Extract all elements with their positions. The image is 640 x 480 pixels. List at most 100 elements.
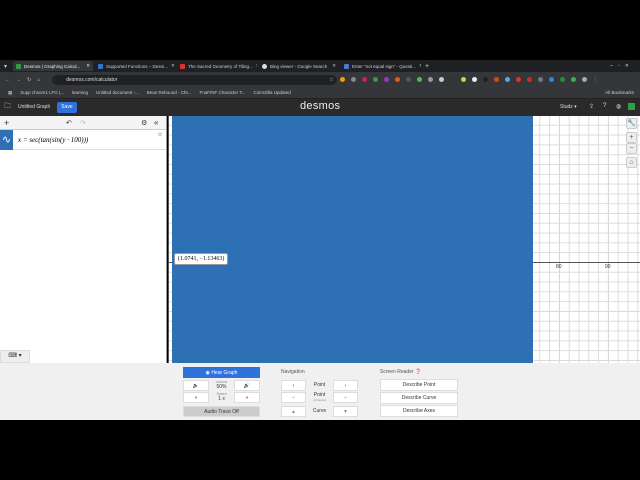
save-button[interactable]: Save bbox=[57, 102, 77, 113]
extension-icon[interactable] bbox=[559, 77, 565, 82]
speed-up-button[interactable]: » bbox=[234, 392, 260, 403]
collapse-panel-icon[interactable]: « bbox=[154, 118, 158, 127]
home-zoom-button[interactable]: ⌂ bbox=[626, 157, 637, 168]
undo-icon[interactable]: ↶ bbox=[66, 119, 72, 127]
extension-icon[interactable] bbox=[405, 77, 411, 82]
extension-icon[interactable] bbox=[449, 77, 455, 82]
zoom-in-button[interactable]: + bbox=[626, 132, 637, 143]
language-icon[interactable]: ◍ bbox=[616, 103, 621, 110]
redo-icon[interactable]: ↷ bbox=[80, 119, 86, 127]
extension-icon[interactable] bbox=[350, 77, 356, 82]
share-icon[interactable]: ⇪ bbox=[589, 103, 594, 110]
speed-readout: Speed 1 x bbox=[209, 392, 234, 402]
previous-point-button[interactable]: ‹ bbox=[281, 380, 306, 391]
point-tooltip: (1.0741, −1.13463) bbox=[174, 253, 229, 265]
tab-title: Desmos | Graphing Calcul... bbox=[24, 63, 81, 69]
desmos-header: 🗀 Untitled Graph Save desmos Studz ▾ ⇪ ?… bbox=[0, 99, 640, 116]
info-icon[interactable]: ❓ bbox=[415, 369, 421, 375]
describe-point-button[interactable]: Describe Point bbox=[380, 379, 458, 391]
keyboard-toggle-button[interactable]: ⌨ ▾ bbox=[0, 350, 30, 363]
extension-icon[interactable] bbox=[548, 77, 554, 82]
extension-icon[interactable] bbox=[383, 77, 389, 82]
extension-icon[interactable] bbox=[537, 77, 543, 82]
extension-icon[interactable] bbox=[493, 77, 499, 82]
all-bookmarks[interactable]: All Bookmarks bbox=[605, 90, 634, 95]
forward-icon[interactable]: → bbox=[16, 77, 21, 83]
speed-down-button[interactable]: « bbox=[183, 392, 209, 403]
extension-icon[interactable] bbox=[515, 77, 521, 82]
extension-icon[interactable] bbox=[339, 77, 345, 82]
close-icon[interactable]: ✕ bbox=[86, 63, 90, 69]
address-bar-row: ← → ↻ ⌂ desmos.com/calculator ☆ ⋮ bbox=[0, 72, 640, 87]
settings-icon[interactable]: ⚙ bbox=[141, 119, 147, 127]
extension-icon[interactable] bbox=[504, 77, 510, 82]
apps-icon[interactable]: ▦ bbox=[8, 90, 12, 96]
tab-sacred-geometry[interactable]: The Sacred Geometry of Tiling...✕ bbox=[177, 61, 257, 71]
graph-title[interactable]: Untitled Graph bbox=[18, 104, 50, 110]
tab-search-icon[interactable]: ▾ bbox=[4, 63, 7, 70]
graph-canvas[interactable]: 80 90 (1.0741, −1.13463) 🔧 + − ⌂ bbox=[168, 116, 640, 363]
tab-desmos[interactable]: Desmos | Graphing Calcul... ✕ bbox=[13, 61, 94, 71]
extension-icon[interactable] bbox=[361, 77, 367, 82]
extension-icon[interactable] bbox=[438, 77, 444, 82]
next-curve-button[interactable]: ▼ bbox=[333, 406, 358, 417]
favicon-icon bbox=[180, 63, 186, 69]
close-icon[interactable]: ✕ bbox=[171, 63, 175, 69]
extension-icon[interactable] bbox=[570, 77, 576, 82]
bookmark-star-icon[interactable]: ☆ bbox=[329, 77, 333, 83]
describe-axes-button[interactable]: Describe Axes bbox=[380, 405, 458, 417]
close-icon[interactable]: ✕ bbox=[256, 63, 257, 69]
new-tab-icon[interactable]: + bbox=[425, 63, 429, 70]
close-icon[interactable]: ✕ bbox=[332, 63, 336, 69]
user-menu[interactable]: Studz ▾ bbox=[560, 104, 577, 110]
menu-icon[interactable]: ⋮ bbox=[593, 77, 598, 83]
bookmark-item[interactable]: ColorZilla Updated bbox=[253, 90, 290, 95]
graph-curve-icon[interactable]: ∿ bbox=[0, 130, 13, 150]
extension-icon[interactable] bbox=[372, 77, 378, 82]
extension-icon[interactable] bbox=[416, 77, 422, 82]
expression-panel: + ↶ ↷ ⚙ « ∿ x = sec(tan(sin(y · 100))) ✕… bbox=[0, 116, 167, 363]
next-point-button[interactable]: › bbox=[333, 380, 358, 391]
folder-icon[interactable]: 🗀 bbox=[4, 102, 11, 113]
tab-supported-functions[interactable]: Supported Functions – Desm... ✕ bbox=[95, 61, 175, 71]
extension-icon[interactable] bbox=[427, 77, 433, 82]
audio-trace-button[interactable]: Audio Trace Off bbox=[183, 406, 260, 417]
window-controls[interactable]: –▫✕ bbox=[610, 63, 634, 69]
extension-icon[interactable] bbox=[460, 77, 466, 82]
extension-icon[interactable] bbox=[471, 77, 477, 82]
volume-down-button[interactable]: 🔈 bbox=[183, 380, 209, 391]
help-icon[interactable]: ? bbox=[603, 103, 606, 109]
hear-graph-button[interactable]: ◉ Hear Graph bbox=[183, 367, 260, 378]
home-icon[interactable]: ⌂ bbox=[37, 77, 40, 83]
expression-input[interactable]: x = sec(tan(sin(y · 100))) bbox=[18, 136, 88, 144]
bookmark-item[interactable]: Supp chsom1 LFG |... bbox=[20, 90, 64, 95]
describe-curve-button[interactable]: Describe Curve bbox=[380, 392, 458, 404]
tab-bing-viewer[interactable]: Bing viewer - Google Search ✕ bbox=[259, 61, 339, 71]
extension-icon[interactable] bbox=[394, 77, 400, 82]
zoom-out-button[interactable]: − bbox=[626, 143, 637, 154]
extension-icon[interactable] bbox=[526, 77, 532, 82]
reload-icon[interactable]: ↻ bbox=[27, 77, 31, 83]
bookmark-item[interactable]: FnaF/NF Character T... bbox=[200, 90, 246, 95]
previous-poi-button[interactable]: « bbox=[281, 392, 306, 403]
volume-up-button[interactable]: 🔊 bbox=[234, 380, 260, 391]
wrench-icon[interactable]: 🔧 bbox=[626, 118, 637, 129]
url-input[interactable]: desmos.com/calculator bbox=[52, 74, 338, 85]
delete-expression-icon[interactable]: ✕ bbox=[157, 131, 163, 139]
x-tick-label: 80 bbox=[556, 264, 562, 270]
expression-row[interactable]: ∿ x = sec(tan(sin(y · 100))) ✕ bbox=[0, 130, 166, 150]
add-item-icon[interactable]: + bbox=[4, 118, 9, 128]
filled-region bbox=[172, 116, 533, 363]
next-poi-button[interactable]: » bbox=[333, 392, 358, 403]
tab-not-equal[interactable]: Enter "not equal sign" - Questi... ✕ bbox=[341, 61, 421, 71]
extension-icon[interactable] bbox=[482, 77, 488, 82]
close-icon[interactable]: ✕ bbox=[419, 63, 421, 69]
bookmark-item[interactable]: Bean Rebound - Chr... bbox=[147, 90, 192, 95]
extension-icon[interactable] bbox=[581, 77, 587, 82]
desmos-app-icon[interactable] bbox=[628, 103, 635, 110]
bookmark-item[interactable]: learning bbox=[72, 90, 88, 95]
favicon-icon bbox=[262, 63, 268, 69]
back-icon[interactable]: ← bbox=[5, 77, 10, 83]
previous-curve-button[interactable]: ▲ bbox=[281, 406, 306, 417]
bookmark-item[interactable]: Untitled document -... bbox=[96, 90, 139, 95]
